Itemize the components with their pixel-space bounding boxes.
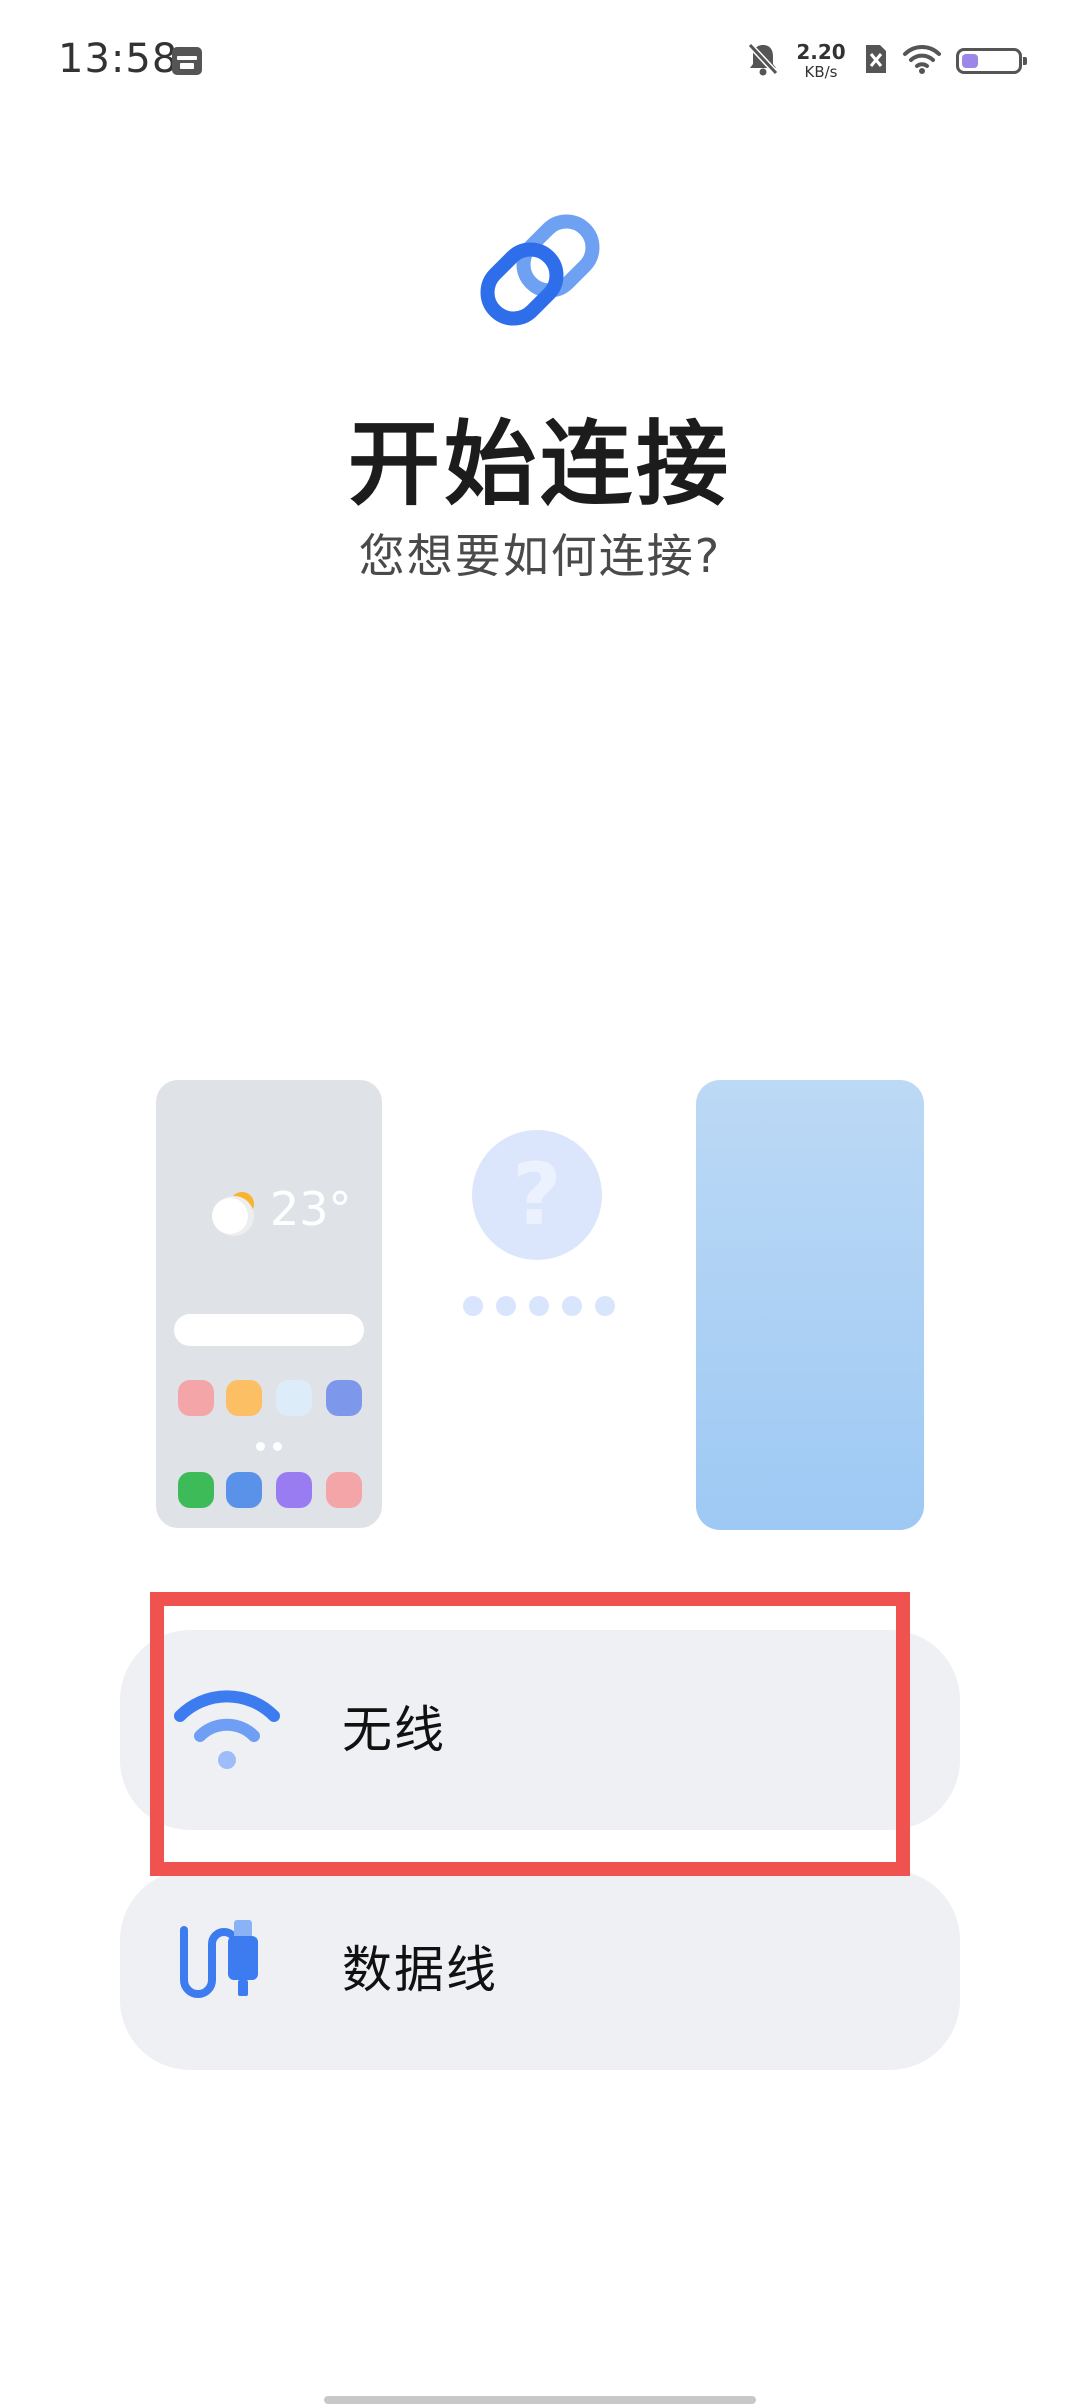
- page-title: 开始连接: [347, 411, 732, 518]
- wireless-option-label: 无线: [342, 1701, 446, 1759]
- connection-dot: [463, 1296, 483, 1316]
- app-icon: [326, 1380, 362, 1416]
- app-icon: [276, 1472, 312, 1508]
- weather-icon: [212, 1192, 254, 1236]
- cable-option-label: 数据线: [342, 1941, 498, 1999]
- connection-dot: [562, 1296, 582, 1316]
- connection-dot: [529, 1296, 549, 1316]
- network-speed: 2.20 KB/s: [794, 42, 848, 80]
- weather-widget: 23°: [200, 1182, 360, 1242]
- battery-level: [962, 54, 978, 68]
- gesture-navigation-bar[interactable]: [324, 2396, 756, 2404]
- wireless-option-button[interactable]: 无线: [120, 1630, 960, 1830]
- wifi-icon: [902, 43, 942, 79]
- illustration-phone-right: [696, 1080, 924, 1530]
- usb-cable-icon: [172, 1920, 282, 2020]
- connection-dot: [496, 1296, 516, 1316]
- app-icon: [226, 1380, 262, 1416]
- page-subtitle: 您想要如何连接?: [358, 529, 722, 583]
- status-bar: 13:58 2.20 KB/s: [0, 0, 1080, 120]
- wifi-icon: [172, 1680, 282, 1780]
- app-icon: [178, 1380, 214, 1416]
- status-icons: 2.20 KB/s: [746, 40, 1027, 82]
- app-icon: [276, 1380, 312, 1416]
- illustration-phone-left: 23°: [156, 1080, 382, 1528]
- calendar-icon: [170, 44, 204, 78]
- battery-icon: [956, 48, 1027, 74]
- sim-off-icon: [862, 43, 888, 79]
- weather-temp: 23°: [270, 1182, 352, 1236]
- page-indicator-dot: [273, 1442, 282, 1451]
- app-icon: [178, 1472, 214, 1508]
- network-speed-value: 2.20: [796, 40, 846, 64]
- app-icon: [226, 1472, 262, 1508]
- cable-option-button[interactable]: 数据线: [120, 1870, 960, 2070]
- question-mark-icon: ?: [472, 1130, 602, 1260]
- link-icon: [480, 210, 600, 330]
- silent-bell-icon: [746, 41, 780, 81]
- connection-dot: [595, 1296, 615, 1316]
- network-speed-unit: KB/s: [804, 63, 838, 81]
- app-icon: [326, 1472, 362, 1508]
- status-time: 13:58: [58, 36, 179, 82]
- page-indicator-dot: [256, 1442, 265, 1451]
- illustration-search-bar: [174, 1314, 364, 1346]
